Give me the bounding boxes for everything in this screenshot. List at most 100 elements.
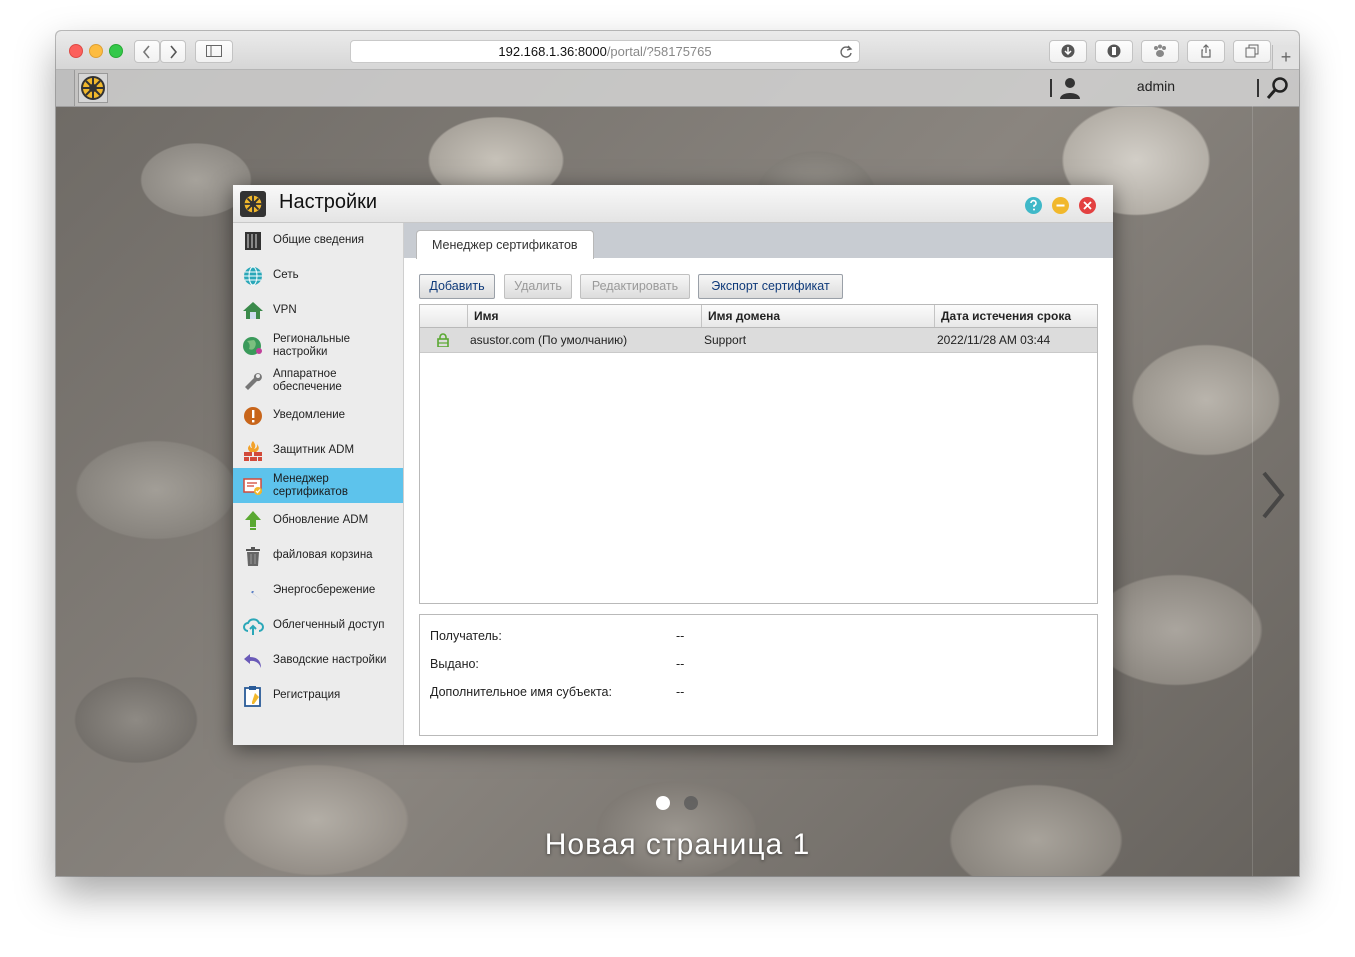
sidebar-item-notification[interactable]: Уведомление [233, 398, 403, 433]
address-host: 192.168.1.36:8000 [498, 44, 607, 59]
cell-expiry: 2022/11/28 AM 03:44 [937, 333, 1051, 347]
adm-taskbar: admin [56, 70, 1299, 107]
certificate-icon [243, 478, 262, 495]
sidebar-item-general[interactable]: Общие сведения [233, 223, 403, 258]
close-icon [1083, 201, 1092, 210]
username-label[interactable]: admin [1106, 78, 1206, 94]
column-header-status [420, 305, 467, 327]
sidebar-item-certificate-manager[interactable]: Менеджер сертификатов [233, 468, 403, 503]
vpn-icon [243, 302, 263, 319]
edit-button[interactable]: Редактировать [580, 274, 690, 299]
zoom-window-button[interactable] [109, 44, 123, 58]
page-dot-2[interactable] [684, 796, 698, 810]
next-page-arrow-icon[interactable] [1252, 465, 1292, 525]
sidebar-item-label: Защитник ADM [273, 444, 355, 456]
alt-name-value: -- [676, 685, 685, 699]
sidebar-item-easy-access[interactable]: Облегченный доступ [233, 608, 403, 643]
paw-icon [1154, 44, 1166, 57]
forward-button[interactable] [160, 40, 186, 63]
delete-button[interactable]: Удалить [504, 274, 572, 299]
taskbar-left-edge [56, 70, 75, 106]
address-bar[interactable]: 192.168.1.36:8000/portal/?58175765 [350, 40, 860, 63]
sidebar-item-network[interactable]: Сеть [233, 258, 403, 293]
minus-icon [1056, 204, 1065, 207]
help-icon [1030, 199, 1037, 211]
window-title: Настройки [279, 191, 378, 213]
column-header-name[interactable]: Имя [467, 305, 701, 327]
settings-wheel-icon [240, 191, 266, 217]
clipboard-icon [244, 686, 261, 707]
settings-wheel-icon [81, 76, 105, 100]
sidebar-item-label: Уведомление [273, 409, 346, 421]
wrench-icon [245, 373, 262, 390]
sidebar-item-adm-defender[interactable]: Защитник ADM [233, 433, 403, 468]
chevron-right-icon [170, 45, 178, 59]
sidebar-item-energy-saving[interactable]: Энергосбережение [233, 573, 403, 608]
sidebar-item-label: Энергосбережение [273, 584, 376, 596]
close-window-button[interactable] [69, 44, 83, 58]
issued-label: Выдано: [430, 657, 479, 671]
settings-window: Настройки Общие сведения Сеть VPN Регион… [233, 185, 1113, 745]
sidebar-item-vpn[interactable]: VPN [233, 293, 403, 328]
share-button[interactable] [1187, 40, 1225, 63]
alert-icon [244, 407, 262, 425]
help-button[interactable] [1025, 197, 1042, 214]
cell-domain: Support [704, 333, 747, 347]
adm-home-button[interactable] [78, 73, 108, 103]
sidebar-item-registration[interactable]: Регистрация [233, 678, 403, 713]
minimize-window-button[interactable] [89, 44, 103, 58]
issued-value: -- [676, 657, 685, 671]
extension-button[interactable] [1095, 40, 1133, 63]
taskbar-separator [1257, 79, 1259, 97]
recipient-label: Получатель: [430, 629, 502, 643]
downloads-button[interactable] [1049, 40, 1087, 63]
certificate-details: Получатель: -- Выдано: -- Дополнительное… [419, 614, 1098, 736]
column-header-domain[interactable]: Имя домена [701, 305, 934, 327]
sidebar-icon [206, 45, 222, 57]
sidebar-item-label: Заводские настройки [273, 654, 387, 666]
add-button[interactable]: Добавить [419, 274, 495, 299]
sidebar-item-regional[interactable]: Региональные настройки [233, 328, 403, 363]
trash-icon [246, 547, 260, 566]
user-icon[interactable] [1058, 76, 1082, 100]
certificate-manager-panel: Менеджер сертификатов Добавить Удалить Р… [404, 223, 1113, 745]
sidebar-item-label: Сеть [273, 269, 299, 281]
cloud-upload-icon [243, 618, 264, 635]
settings-sidebar: Общие сведения Сеть VPN Региональные нас… [233, 223, 404, 745]
sidebar-item-label: Общие сведения [273, 234, 364, 246]
paw-extension-button[interactable] [1141, 40, 1179, 63]
sidebar-item-factory-reset[interactable]: Заводские настройки [233, 643, 403, 678]
tabs-overview-button[interactable] [1233, 40, 1271, 63]
sidebar-item-label: файловая корзина [273, 549, 373, 561]
tab-certificate-manager[interactable]: Менеджер сертификатов [416, 230, 594, 259]
sidebar-item-adm-update[interactable]: Обновление ADM [233, 503, 403, 538]
globe-pin-icon [243, 337, 262, 355]
sidebar-item-recycle-bin[interactable]: файловая корзина [233, 538, 403, 573]
search-icon[interactable] [1266, 76, 1290, 100]
download-icon [1061, 44, 1075, 58]
browser-toolbar: 192.168.1.36:8000/portal/?58175765 + [56, 31, 1299, 70]
back-button[interactable] [134, 40, 160, 63]
address-path: /portal/?58175765 [606, 44, 712, 59]
sidebar-toggle-button[interactable] [195, 40, 233, 63]
reload-icon[interactable] [839, 41, 853, 65]
new-tab-button[interactable]: + [1272, 45, 1299, 69]
column-header-expiry[interactable]: Дата истечения срока [934, 305, 1097, 327]
sidebar-item-hardware[interactable]: Аппаратное обеспечение [233, 363, 403, 398]
export-certificate-button[interactable]: Экспорт сертификат [698, 274, 843, 299]
sidebar-item-label: Аппаратное обеспечение [273, 367, 342, 393]
minimize-button[interactable] [1052, 197, 1069, 214]
lock-icon [437, 333, 449, 347]
table-header: Имя Имя домена Дата истечения срока [420, 305, 1097, 328]
certificate-table: Имя Имя домена Дата истечения срока asus… [419, 304, 1098, 604]
sidebar-item-label: VPN [273, 304, 297, 316]
server-icon [245, 232, 261, 250]
upload-arrow-icon [245, 511, 261, 530]
tabs-icon [1245, 44, 1259, 58]
settings-window-titlebar[interactable]: Настройки [233, 185, 1113, 223]
firewall-icon [244, 441, 262, 461]
close-button[interactable] [1079, 197, 1096, 214]
extension-icon [1107, 44, 1121, 58]
page-dot-1[interactable] [656, 796, 670, 810]
table-row[interactable]: asustor.com (По умолчанию) Support 2022/… [420, 328, 1097, 353]
